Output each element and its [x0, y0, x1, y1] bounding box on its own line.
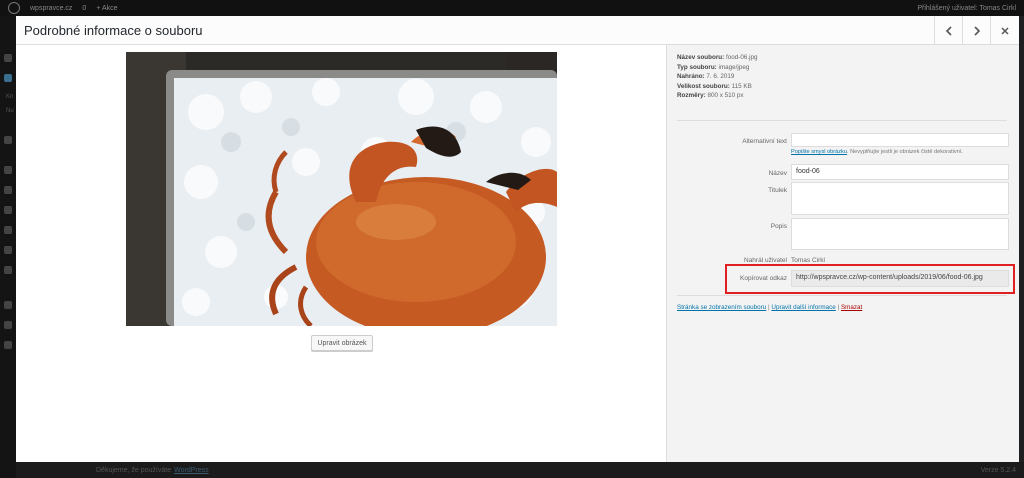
close-icon [1001, 26, 1009, 35]
admin-sidebar-menu: Kn Nu [0, 16, 16, 478]
menu-partial-label: Kn [6, 94, 14, 100]
next-attachment-button[interactable] [962, 16, 990, 45]
filetype-label: Typ souboru: [677, 63, 717, 71]
menu-tools-icon[interactable] [4, 246, 12, 254]
title-label: Název [768, 170, 787, 177]
admin-footer: Děkujeme, že používáte WordPress Verze 5… [16, 462, 1024, 478]
description-textarea[interactable] [791, 218, 1009, 250]
view-attachment-page-link[interactable]: Stránka se zobrazením souboru [677, 304, 766, 311]
uploaded-date-value: 7. 6. 2019 [706, 73, 735, 80]
menu-plugins-icon[interactable] [4, 206, 12, 214]
caption-label: Titulek [768, 187, 787, 194]
menu-collapse-icon[interactable] [4, 341, 12, 349]
delete-attachment-link[interactable]: Smazat [841, 304, 862, 311]
filename-label: Název souboru: [677, 54, 725, 61]
alt-text-label: Alternativní text [742, 138, 787, 145]
alt-text-help: Popište smysl obrázku. Nevyplňujte jestl… [791, 149, 1011, 155]
menu-media-icon[interactable] [4, 74, 12, 82]
menu-appearance-icon[interactable] [4, 186, 12, 194]
attachment-image-crab [126, 52, 557, 326]
admin-bar-site-name[interactable]: wpspravce.cz [30, 5, 72, 12]
admin-bar-user-greeting[interactable]: Přihlášený uživatel: Tomas Cirkl [917, 5, 1016, 12]
menu-extra-icon[interactable] [4, 321, 12, 329]
filename-value: food-06.jpg [725, 54, 758, 61]
chevron-right-icon [973, 25, 980, 36]
close-modal-button[interactable] [990, 16, 1019, 45]
dimensions-label: Rozměry: [677, 92, 706, 99]
edit-image-button[interactable]: Upravit obrázek [311, 335, 373, 351]
attachment-details-sidebar: Název souboru: food-06.jpg Typ souboru: … [666, 45, 1019, 462]
filesize-value: 115 KB [731, 82, 752, 90]
menu-pages-icon[interactable] [4, 136, 12, 144]
chevron-left-icon [945, 25, 952, 36]
dimensions-value: 800 x 510 px [707, 92, 744, 99]
image-preview-pane: Upravit obrázek [16, 45, 666, 462]
menu-settings-icon[interactable] [4, 266, 12, 274]
footer-version: Verze 5.2.4 [980, 466, 1016, 474]
divider [677, 120, 1007, 121]
uploaded-by-value: Tomas Cirkl [791, 257, 825, 264]
menu-partial-label: Nu [6, 108, 14, 114]
caption-textarea[interactable] [791, 182, 1009, 215]
alt-text-help-text: . Nevyplňujte jestli je obrázek čistě de… [846, 149, 963, 155]
alt-text-help-link[interactable]: Popište smysl obrázku [791, 149, 847, 155]
uploaded-date-label: Nahráno: [677, 73, 705, 80]
admin-bar: wpspravce.cz 0 + Akce Přihlášený uživate… [0, 0, 1024, 16]
uploaded-by-label: Nahrál uživatel [744, 257, 787, 264]
menu-extra-icon[interactable] [4, 301, 12, 309]
alt-text-input[interactable] [791, 133, 1009, 147]
filetype-value: image/jpeg [718, 63, 750, 71]
attachment-actions: Stránka se zobrazením souboru | Upravit … [677, 304, 862, 311]
admin-bar-new-button[interactable]: + Akce [96, 5, 117, 12]
wordpress-logo-icon[interactable] [8, 2, 20, 14]
annotation-highlight-box [725, 264, 1015, 294]
file-metadata: Název souboru: food-06.jpg Typ souboru: … [677, 53, 997, 101]
divider [677, 295, 1007, 296]
modal-header: Podrobné informace o souboru [16, 16, 1019, 45]
filesize-label: Velikost souboru: [677, 82, 730, 90]
edit-more-details-link[interactable]: Upravit další informace [771, 304, 835, 311]
description-label: Popis [770, 223, 787, 230]
footer-thanks-text: Děkujeme, že používáte [96, 466, 172, 474]
modal-title: Podrobné informace o souboru [24, 23, 203, 38]
footer-wordpress-link[interactable]: WordPress [174, 467, 209, 474]
attachment-details-modal: Podrobné informace o souboru Upravit obr… [16, 16, 1019, 462]
title-input[interactable]: food-06 [791, 164, 1009, 180]
admin-bar-comments-count[interactable]: 0 [82, 5, 86, 12]
menu-pin-icon[interactable] [4, 54, 12, 62]
menu-comments-icon[interactable] [4, 166, 12, 174]
menu-users-icon[interactable] [4, 226, 12, 234]
previous-attachment-button[interactable] [934, 16, 962, 45]
